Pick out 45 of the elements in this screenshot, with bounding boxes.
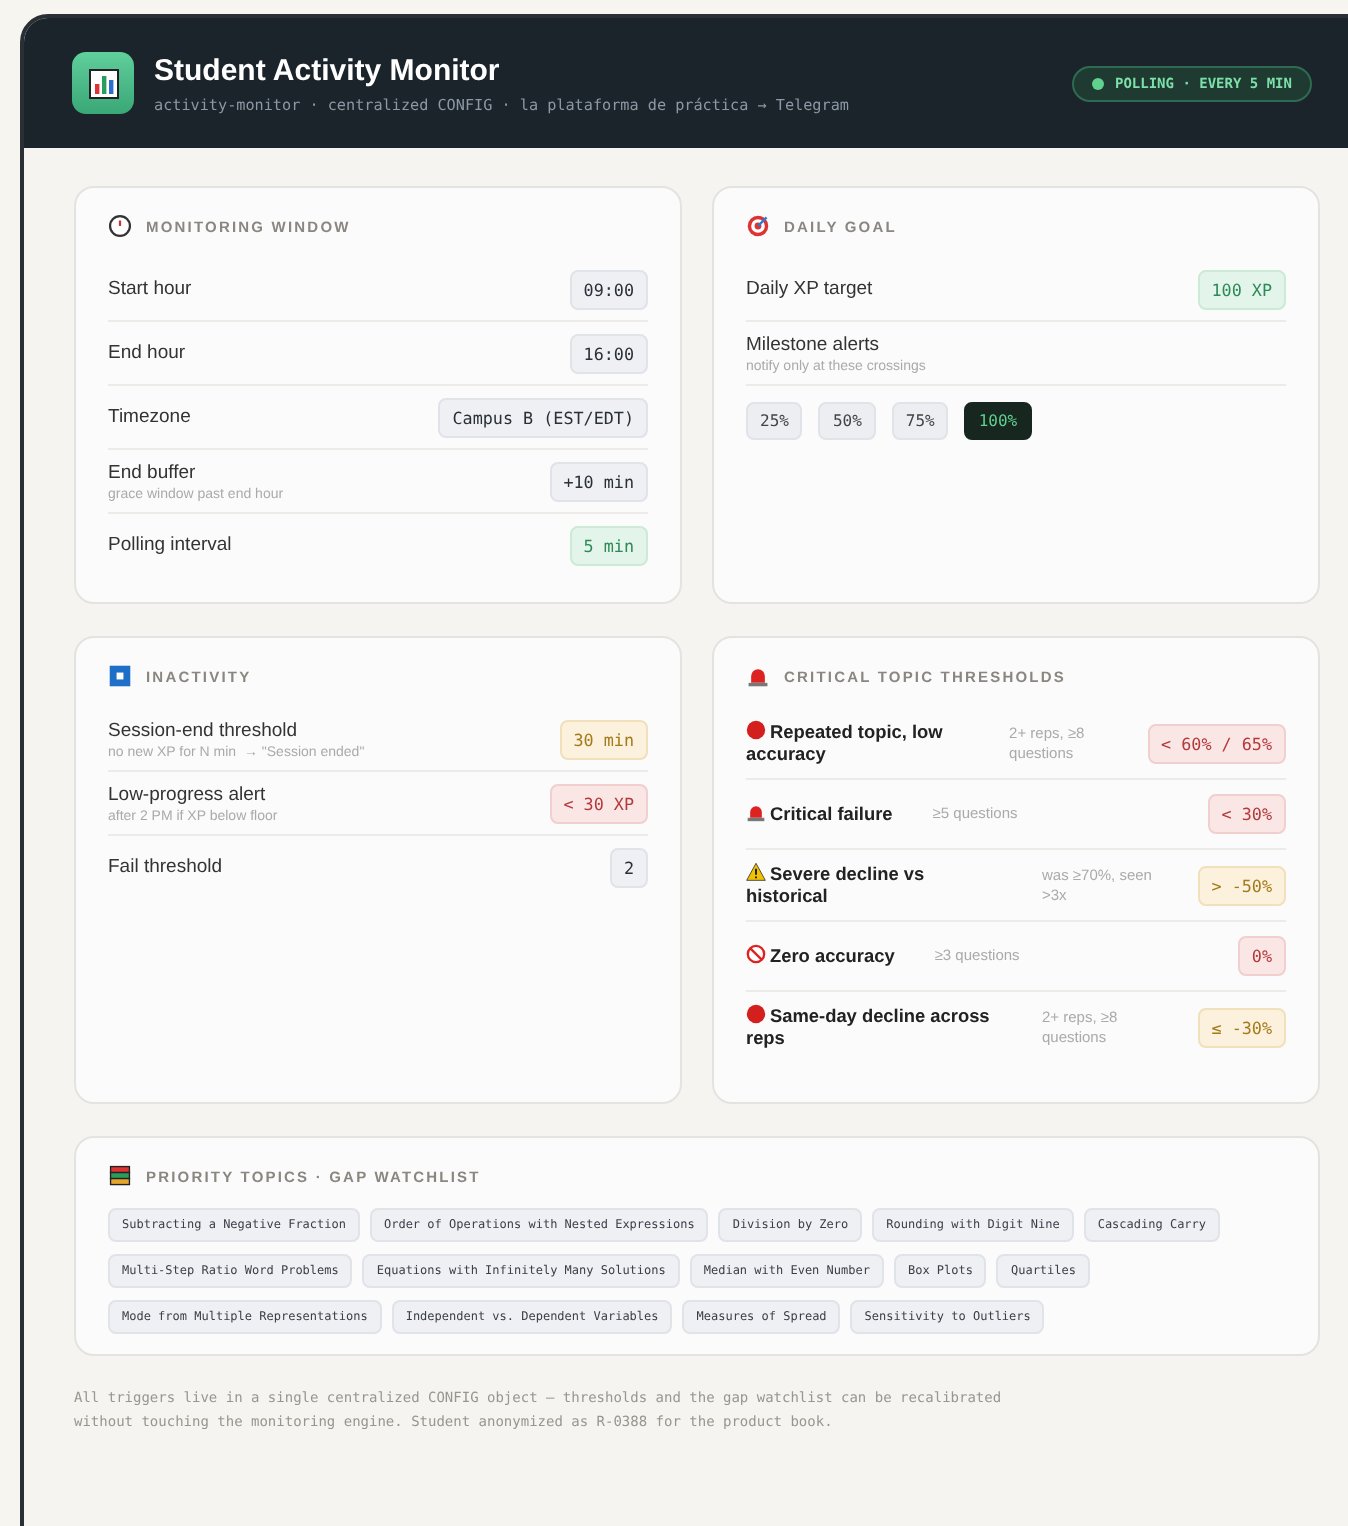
prohibited-icon: [746, 944, 766, 965]
setting-label: End hour: [108, 342, 186, 364]
circle-icon: [746, 1004, 766, 1025]
milestone-toggle[interactable]: 50%: [818, 402, 876, 440]
threshold-label: Zero accuracy: [746, 944, 895, 969]
milestone-toggle[interactable]: 25%: [746, 402, 803, 440]
threshold-label: Repeated topic, low accuracy: [746, 720, 945, 767]
setting-label: Session-end threshold: [108, 719, 300, 741]
setting-label: Fail threshold: [108, 856, 223, 878]
value-chip: < 30 XP: [549, 783, 648, 823]
value-chip: +10 min: [549, 461, 648, 501]
threshold-label: Severe decline vs historical: [746, 862, 927, 909]
target-icon: [746, 214, 770, 238]
circle-icon: [746, 720, 766, 740]
value-chip: < 60% / 65%: [1147, 723, 1286, 764]
clock-icon: [108, 214, 132, 238]
milestone-toggle[interactable]: 100%: [964, 402, 1032, 440]
setting-label: Start hour: [108, 278, 192, 300]
square-icon: [108, 664, 132, 688]
threshold-label: Same-day decline across reps: [746, 1004, 992, 1051]
threshold-label: Critical failure: [746, 802, 893, 827]
value-chip: > -50%: [1197, 865, 1286, 906]
milestone-toggle[interactable]: 75%: [891, 402, 949, 440]
setting-label: End buffer: [108, 461, 198, 483]
setting-label: Low-progress alert: [108, 783, 268, 805]
setting-label: Timezone: [108, 406, 191, 428]
value-chip: < 30%: [1207, 794, 1286, 835]
app-title: Student Activity Monitor: [154, 53, 502, 87]
value-chip: 16:00: [569, 333, 648, 373]
warning-icon: [746, 862, 766, 883]
setting-label: Polling interval: [108, 534, 232, 556]
value-chip: 5 min: [569, 525, 648, 565]
value-chip: 0%: [1237, 936, 1286, 977]
setting-label: Daily XP target: [746, 278, 873, 300]
siren-icon: [746, 664, 770, 688]
siren-icon: [746, 802, 766, 823]
setting-label: Milestone alerts: [746, 333, 882, 355]
value-chip: 2: [609, 847, 648, 887]
books-icon: [108, 1164, 132, 1188]
value-chip: 100 XP: [1197, 269, 1286, 309]
value-chip: Campus B (EST/EDT): [438, 397, 648, 437]
value-chip: 09:00: [569, 269, 648, 309]
value-chip: ≤ -30%: [1197, 1007, 1286, 1048]
bar-chart-logo-icon: [72, 52, 134, 114]
value-chip: 30 min: [559, 719, 648, 759]
